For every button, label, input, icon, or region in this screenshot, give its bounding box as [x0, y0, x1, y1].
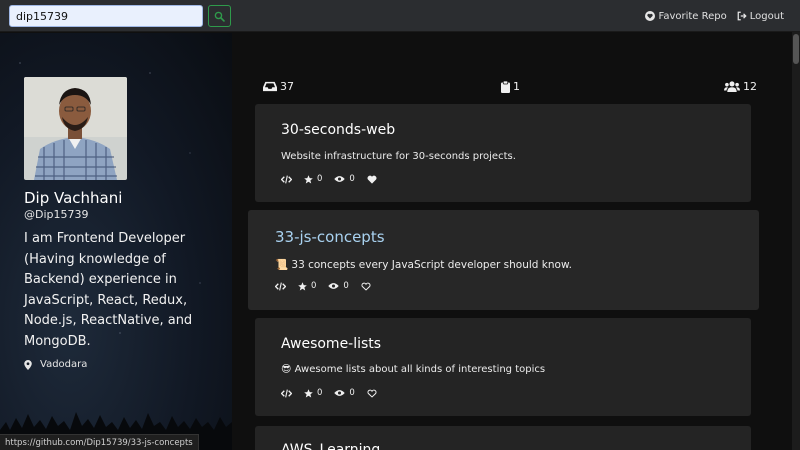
code-icon[interactable]: [281, 175, 292, 184]
watchers-count: 0: [349, 174, 355, 184]
gists-stat: 1: [501, 80, 520, 93]
gists-count: 1: [513, 80, 520, 93]
star-icon: [304, 174, 313, 183]
stars-count: 0: [317, 174, 323, 184]
followers-count: 12: [743, 80, 757, 93]
stars-item: 0: [304, 388, 322, 398]
top-bar: Favorite Repo Logout: [0, 0, 800, 32]
location-label: Vadodara: [40, 359, 88, 370]
logout-label: Logout: [749, 10, 784, 22]
repo-title[interactable]: Awesome-lists: [281, 336, 381, 352]
repo-meta: 0 0: [281, 174, 377, 184]
profile-photo: [24, 77, 127, 180]
avatar: [24, 77, 127, 180]
watchers-count: 0: [343, 281, 349, 291]
stars-count: 0: [311, 281, 317, 291]
eye-icon: [334, 176, 346, 182]
inbox-icon: [263, 81, 277, 92]
repo-title[interactable]: AWS_Learning: [281, 442, 380, 450]
watchers-item: 0: [328, 281, 349, 291]
search-input[interactable]: [9, 5, 203, 27]
repos-stat: 37: [263, 80, 294, 93]
repo-card[interactable]: Awesome-lists 😎 Awesome lists about all …: [255, 318, 751, 416]
watchers-item: 0: [334, 388, 355, 398]
repo-card[interactable]: 30-seconds-web Website infrastructure fo…: [255, 104, 751, 202]
code-icon[interactable]: [275, 282, 286, 291]
favorite-repo-label: Favorite Repo: [658, 10, 727, 22]
user-location: Vadodara: [24, 359, 87, 370]
repo-description: Website infrastructure for 30-seconds pr…: [281, 151, 516, 162]
heart-outline-icon[interactable]: [367, 389, 377, 398]
followers-stat: 12: [724, 80, 757, 93]
heart-outline-icon[interactable]: [361, 282, 371, 291]
logout-link[interactable]: Logout: [737, 11, 784, 22]
repos-count: 37: [280, 80, 294, 93]
search-icon: [214, 11, 225, 22]
star-icon: [304, 388, 313, 397]
repo-card[interactable]: AWS_Learning: [255, 426, 751, 450]
code-icon[interactable]: [281, 389, 292, 398]
status-url: https://github.com/Dip15739/33-js-concep…: [0, 434, 199, 450]
user-handle: @Dip15739: [24, 208, 89, 221]
stars-item: 0: [304, 174, 322, 184]
search-button[interactable]: [208, 5, 231, 27]
repo-card[interactable]: 33-js-concepts 📜 33 concepts every JavaS…: [248, 210, 759, 310]
profile-sidebar: Dip Vachhani @Dip15739 I am Frontend Dev…: [0, 33, 232, 450]
scrollbar-thumb[interactable]: [793, 34, 799, 64]
user-name: Dip Vachhani: [24, 189, 123, 207]
heart-circle-icon: [645, 11, 656, 21]
star-icon: [298, 281, 307, 290]
map-marker-icon: [24, 359, 32, 370]
eye-icon: [334, 390, 346, 396]
clipboard-icon: [501, 80, 510, 93]
repo-description: 😎 Awesome lists about all kinds of inter…: [281, 364, 546, 375]
eye-icon: [328, 283, 340, 289]
top-links: Favorite Repo Logout: [645, 0, 784, 32]
repo-title[interactable]: 33-js-concepts: [275, 228, 385, 246]
watchers-count: 0: [349, 388, 355, 398]
repo-title[interactable]: 30-seconds-web: [281, 122, 395, 138]
users-icon: [724, 81, 740, 92]
repo-meta: 0 0: [281, 388, 377, 398]
repo-meta: 0 0: [275, 281, 371, 291]
favorite-repo-link[interactable]: Favorite Repo: [645, 10, 727, 22]
repo-description: 📜 33 concepts every JavaScript developer…: [275, 259, 572, 271]
stats-row: 37 1 12: [263, 80, 757, 96]
watchers-item: 0: [334, 174, 355, 184]
stars-count: 0: [317, 388, 323, 398]
stars-item: 0: [298, 281, 316, 291]
logout-icon: [737, 11, 747, 21]
user-bio: I am Frontend Developer (Having knowledg…: [24, 231, 193, 349]
heart-icon[interactable]: [367, 175, 377, 184]
page-scrollbar[interactable]: [792, 32, 800, 450]
